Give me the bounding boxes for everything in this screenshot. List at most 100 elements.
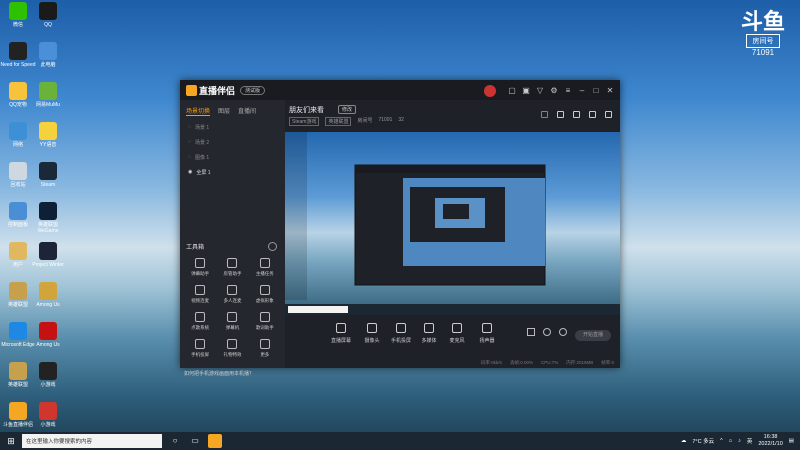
tool-item[interactable]: 弹幕助手: [184, 258, 216, 277]
weather-icon[interactable]: ☁: [681, 438, 687, 444]
clock[interactable]: 16:38 2022/1/10: [758, 434, 782, 448]
tool-icon: [227, 285, 238, 295]
desktop-icon-key[interactable]: Among Us: [30, 282, 66, 308]
chevron-up-icon[interactable]: ^: [720, 438, 723, 444]
title-bar: 直播伴侣 测试版 ▢ ▣ ▽ ⚙ ≡ – □ ✕: [180, 80, 620, 100]
desktop-icon-mini[interactable]: 小游戏: [30, 362, 66, 388]
avatar[interactable]: [484, 85, 496, 97]
toolbox-more-icon[interactable]: [268, 242, 277, 251]
tab-layers[interactable]: 图层: [218, 106, 230, 116]
desktop-icon-qq[interactable]: QQ: [30, 2, 66, 28]
watermark-brand: 斗鱼: [740, 9, 785, 34]
bell-icon[interactable]: [589, 111, 596, 118]
tool-item[interactable]: 弹幕机: [216, 312, 248, 331]
menu-icon[interactable]: ≡: [564, 87, 572, 95]
scene-item[interactable]: ◌ 场景 1: [180, 120, 285, 135]
share-icon[interactable]: [605, 111, 612, 118]
ime-icon[interactable]: 英: [747, 437, 753, 445]
tool-item[interactable]: 礼物特效: [216, 339, 248, 358]
camera-button[interactable]: 摄像头: [360, 323, 384, 344]
version-badge[interactable]: 测试版: [240, 85, 266, 95]
media-icon: [424, 323, 434, 333]
media-button[interactable]: 多媒体: [417, 323, 441, 344]
gift-icon[interactable]: ▣: [522, 87, 530, 95]
among-icon: [39, 322, 57, 340]
desktop-icon-project[interactable]: Project Winter: [30, 242, 66, 268]
cortana-icon[interactable]: ○: [168, 434, 182, 448]
go-live-button[interactable]: 开始直播: [575, 330, 611, 341]
volume-icon[interactable]: ♪: [738, 438, 741, 444]
tool-item[interactable]: 虚拟形象: [249, 285, 281, 304]
tool-icon: [259, 339, 270, 349]
scene-item[interactable]: ◌ 场景 2: [180, 135, 285, 150]
scene-item-selected[interactable]: ◉ 全屏 1: [180, 165, 285, 180]
edge-icon: [9, 322, 27, 340]
desktop-icon-app[interactable]: 网易MuMu: [30, 82, 66, 108]
tool-item[interactable]: 多人连麦: [216, 285, 248, 304]
microphone-button[interactable]: 麦克风: [445, 323, 469, 344]
desktop-icon-computer[interactable]: 此电脑: [30, 42, 66, 68]
camera-small-icon[interactable]: [527, 328, 535, 336]
maximize-icon[interactable]: □: [592, 87, 600, 95]
notice-link[interactable]: 如何把手机游戏画面用本机播？: [180, 370, 285, 377]
network-icon[interactable]: ⌂: [729, 438, 732, 444]
tool-item[interactable]: 房管助手: [216, 258, 248, 277]
qq-icon: [39, 2, 57, 20]
desktop-icon-red[interactable]: 小游戏: [30, 402, 66, 428]
tool-icon: [227, 258, 238, 268]
minimize-icon[interactable]: –: [578, 87, 586, 95]
title-bar-controls: ▢ ▣ ▽ ⚙ ≡ – □ ✕: [484, 85, 614, 97]
lol2-icon: [9, 362, 27, 380]
taskbar-search-input[interactable]: 在这里输入你要搜索的内容: [22, 434, 162, 448]
close-icon[interactable]: ✕: [606, 87, 614, 95]
phone-cast-button[interactable]: 手机投屏: [389, 323, 413, 344]
desktop-icon-game1[interactable]: 英雄联盟WeGame: [30, 202, 66, 234]
desktop-icon-label: Project Winter: [32, 262, 64, 268]
subcategory-badge[interactable]: 英雄联盟: [325, 117, 352, 126]
category-badge[interactable]: Steam游戏: [289, 117, 320, 126]
tool-item[interactable]: 主播任务: [249, 258, 281, 277]
speaker-button[interactable]: 扬声器: [475, 323, 499, 344]
desktop-icon-steam[interactable]: Steam: [30, 162, 66, 188]
shirt-icon[interactable]: ▽: [536, 87, 544, 95]
tool-item[interactable]: 视频连麦: [184, 285, 216, 304]
eye-icon[interactable]: ◉: [188, 169, 192, 176]
task-view-icon[interactable]: ▭: [188, 434, 202, 448]
toolbox-heading: 工具箱: [186, 245, 205, 251]
desktop-icon-yy[interactable]: YY语音: [30, 122, 66, 148]
eye-icon[interactable]: ◌: [188, 124, 191, 131]
tool-label: 虚拟形象: [255, 298, 274, 303]
key-icon: [39, 282, 57, 300]
desktop-icon-label: 小游戏: [40, 422, 56, 428]
notification-icon[interactable]: ▤: [789, 438, 794, 444]
gear-small-icon[interactable]: [559, 328, 567, 336]
tool-label: 手机投屏: [191, 352, 210, 357]
tool-label: 多人连麦: [223, 298, 242, 303]
tool-item[interactable]: 手机投屏: [184, 339, 216, 358]
tab-scenes[interactable]: 场景切换: [186, 106, 211, 116]
settings-small-icon[interactable]: [543, 328, 551, 336]
weather-text[interactable]: 7°C 多云: [692, 437, 714, 445]
tool-item[interactable]: 更多: [249, 339, 281, 358]
taskbar-live-app-icon[interactable]: [208, 434, 222, 448]
douyu-watermark: 斗鱼 房间号 71091: [740, 9, 786, 58]
scene-item[interactable]: ◌ 图像 1: [180, 150, 285, 165]
windows-start-icon[interactable]: ⊞: [0, 432, 22, 450]
gift-icon[interactable]: [541, 111, 548, 118]
tab-room[interactable]: 直播间: [238, 106, 256, 116]
tool-item[interactable]: 歌词助手: [249, 312, 281, 331]
eye-icon[interactable]: ◌: [188, 139, 191, 146]
eye-icon[interactable]: ◌: [188, 154, 191, 161]
screen-capture-button[interactable]: 直播屏幕: [329, 323, 353, 344]
desktop-icon-among[interactable]: Among Us: [30, 322, 66, 348]
settings-icon[interactable]: ⚙: [550, 87, 558, 95]
tool-label: 歌词助手: [255, 325, 274, 330]
message-icon[interactable]: ▢: [508, 87, 516, 95]
edit-title-button[interactable]: 修改: [338, 105, 357, 114]
stream-preview[interactable]: [285, 132, 620, 315]
tool-item[interactable]: 点歌系统: [184, 312, 216, 331]
shop-icon[interactable]: [573, 111, 580, 118]
status-bar: 码率:0kb/s 丢帧:0.00% CPU:7% 内存:2019MB 帧率:0: [285, 357, 620, 368]
record-icon[interactable]: [557, 111, 564, 118]
scene-label: 场景 2: [194, 140, 210, 146]
